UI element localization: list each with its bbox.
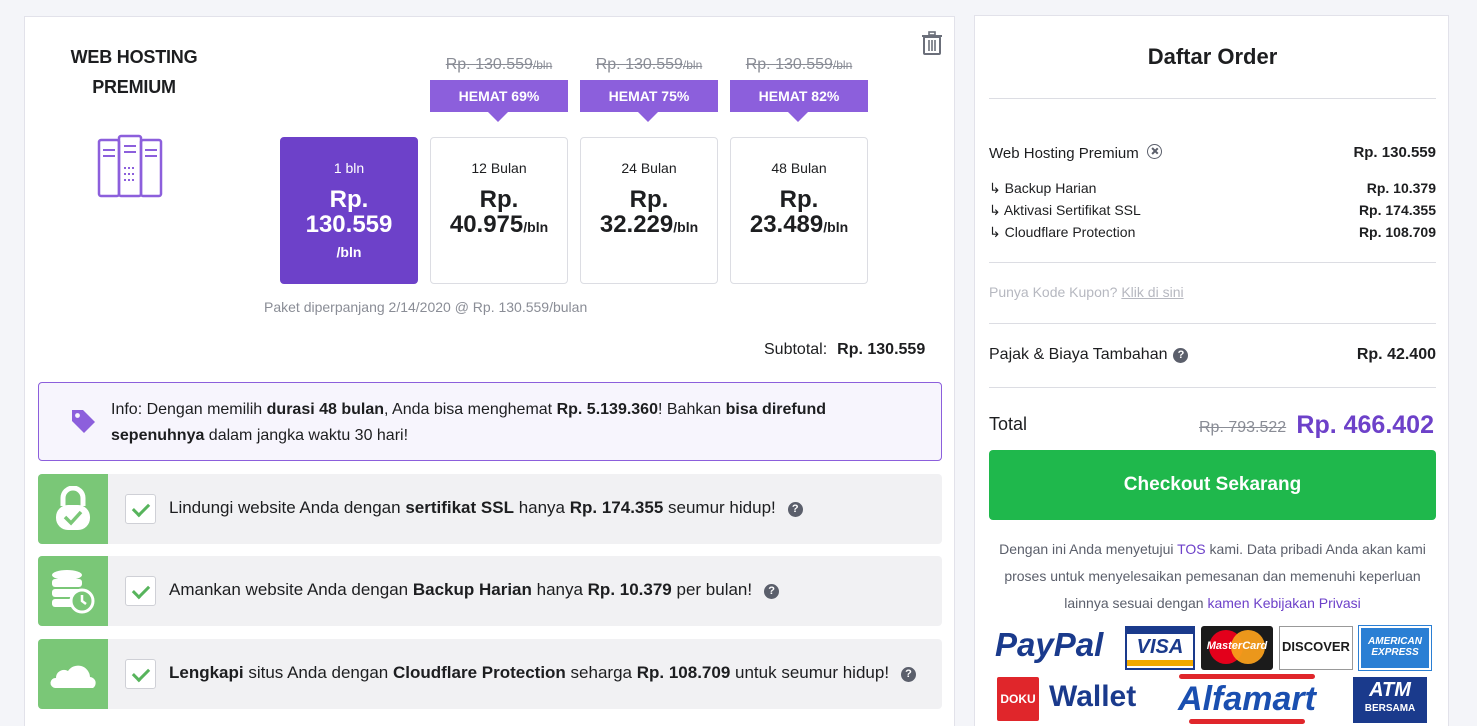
addon-backup-text: Amankan website Anda dengan Backup Haria… <box>169 580 780 600</box>
product-title: WEB HOSTING PREMIUM <box>70 47 198 97</box>
plan-price: 40.975/bln <box>449 211 549 238</box>
divider <box>989 262 1436 263</box>
plan-12-header: Rp. 130.559/bln HEMAT 69% <box>430 56 568 122</box>
save-badge: HEMAT 75% <box>580 80 718 122</box>
server-icon <box>97 134 163 198</box>
trash-icon[interactable] <box>921 31 943 55</box>
paypal-logo: PayPal <box>995 626 1104 663</box>
plan-option-12-bulan[interactable]: 12 Bulan Rp. 40.975/bln <box>430 137 568 284</box>
alfamart-logo: Alfamart <box>1159 674 1335 726</box>
plan-option-48-bulan[interactable]: 48 Bulan Rp. 23.489/bln <box>730 137 868 284</box>
order-item: Web Hosting Premium Rp. 130.559 <box>989 144 1436 162</box>
plan-currency: Rp. <box>329 186 369 213</box>
addon-icon-box <box>38 474 108 544</box>
help-icon[interactable]: ? <box>787 502 803 517</box>
divider <box>989 98 1436 99</box>
plan-currency: Rp. <box>779 186 819 213</box>
discover-logo: DISCOVER <box>1279 626 1353 670</box>
plan-currency: Rp. <box>629 186 669 213</box>
visa-logo: VISA <box>1125 626 1195 670</box>
old-price: Rp. 130.559/bln <box>745 56 853 73</box>
save-badge: HEMAT 82% <box>730 80 868 122</box>
addon-backup: Amankan website Anda dengan Backup Haria… <box>38 556 942 626</box>
addon-cloudflare-text: Lengkapi situs Anda dengan Cloudflare Pr… <box>169 663 917 683</box>
legal-text: Dengan ini Anda menyetujui TOS kami. Dat… <box>999 541 1426 611</box>
info-text: Info: Dengan memilih durasi 48 bulan, An… <box>111 401 827 444</box>
coupon-prompt: Punya Kode Kupon? Klik di sini <box>989 284 1184 300</box>
privacy-link[interactable]: kamen Kebijakan Privasi <box>1207 595 1360 611</box>
old-price: Rp. 130.559/bln <box>595 56 703 73</box>
tax-row: Pajak & Biaya Tambahan? Rp. 42.400 <box>989 346 1436 363</box>
order-subitem: ↳ Cloudflare Protection Rp. 108.709 <box>989 224 1436 240</box>
help-icon[interactable]: ? <box>764 584 780 599</box>
plan-per: /bln <box>336 244 362 260</box>
total-old-price: Rp. 793.522 <box>1199 419 1287 436</box>
plan-price: 32.229/bln <box>599 211 699 238</box>
save-badge: HEMAT 69% <box>430 80 568 122</box>
renewal-note: Paket diperpanjang 2/14/2020 @ Rp. 130.5… <box>264 299 588 315</box>
plan-24-header: Rp. 130.559/bln HEMAT 75% <box>580 56 718 122</box>
info-box: Info: Dengan memilih durasi 48 bulan, An… <box>38 382 942 461</box>
addon-ssl-text: Lindungi website Anda dengan sertifikat … <box>169 498 803 518</box>
plan-option-1-bln[interactable]: 1 bln Rp. 130.559 /bln <box>280 137 418 284</box>
addon-backup-checkbox[interactable] <box>125 576 156 606</box>
addon-cloudflare: Lengkapi situs Anda dengan Cloudflare Pr… <box>38 639 942 709</box>
addon-ssl-checkbox[interactable] <box>125 494 156 524</box>
plan-option-24-bulan[interactable]: 24 Bulan Rp. 32.229/bln <box>580 137 718 284</box>
order-title: Daftar Order <box>1147 44 1278 69</box>
tag-icon <box>72 410 95 433</box>
addon-ssl: Lindungi website Anda dengan sertifikat … <box>38 474 942 544</box>
addon-icon-box <box>38 556 108 626</box>
atm-bersama-logo: ATM BERSAMA <box>1353 677 1427 723</box>
doku-logo: DOKU <box>997 677 1039 721</box>
plan-price: 130.559 <box>305 211 393 238</box>
order-subitem: ↳ Backup Harian Rp. 10.379 <box>989 180 1436 196</box>
order-subitem: ↳ Aktivasi Sertifikat SSL Rp. 174.355 <box>989 202 1436 218</box>
remove-icon[interactable] <box>1146 144 1162 159</box>
coupon-link[interactable]: Klik di sini <box>1121 284 1183 300</box>
total-label: Total <box>989 414 1028 434</box>
order-summary-card: Daftar Order Web Hosting Premium Rp. 130… <box>974 15 1449 726</box>
plan-price: 23.489/bln <box>749 211 849 238</box>
plan-period: 24 Bulan <box>621 160 677 176</box>
checkout-page: WEB HOSTING PREMIUM Rp. 130.559/bln HEMA… <box>0 0 1477 726</box>
lock-shield-icon <box>56 486 90 530</box>
cloud-icon <box>50 665 96 688</box>
plan-period: 1 bln <box>333 160 365 176</box>
wallet-logo: Wallet <box>1049 680 1137 713</box>
plan-48-header: Rp. 130.559/bln HEMAT 82% <box>730 56 868 122</box>
checkout-button[interactable]: Checkout Sekarang <box>989 450 1436 520</box>
amex-logo: AMERICAN EXPRESS <box>1358 625 1432 671</box>
addon-icon-box <box>38 639 108 709</box>
help-icon[interactable]: ? <box>901 667 917 682</box>
old-price: Rp. 130.559/bln <box>445 56 553 73</box>
plan-period: 48 Bulan <box>771 160 827 176</box>
tos-link[interactable]: TOS <box>1177 541 1206 557</box>
help-icon[interactable]: ? <box>1173 348 1189 363</box>
addon-cloudflare-checkbox[interactable] <box>125 659 156 689</box>
total-price: Rp. 466.402 <box>1296 411 1434 439</box>
mastercard-logo: MasterCard <box>1201 626 1273 670</box>
plan-period: 12 Bulan <box>471 160 527 176</box>
subtotal: Subtotal: Rp. 130.559 <box>764 341 926 358</box>
divider <box>989 323 1436 324</box>
plan-currency: Rp. <box>479 186 519 213</box>
divider <box>989 387 1436 388</box>
database-backup-icon <box>52 570 95 614</box>
